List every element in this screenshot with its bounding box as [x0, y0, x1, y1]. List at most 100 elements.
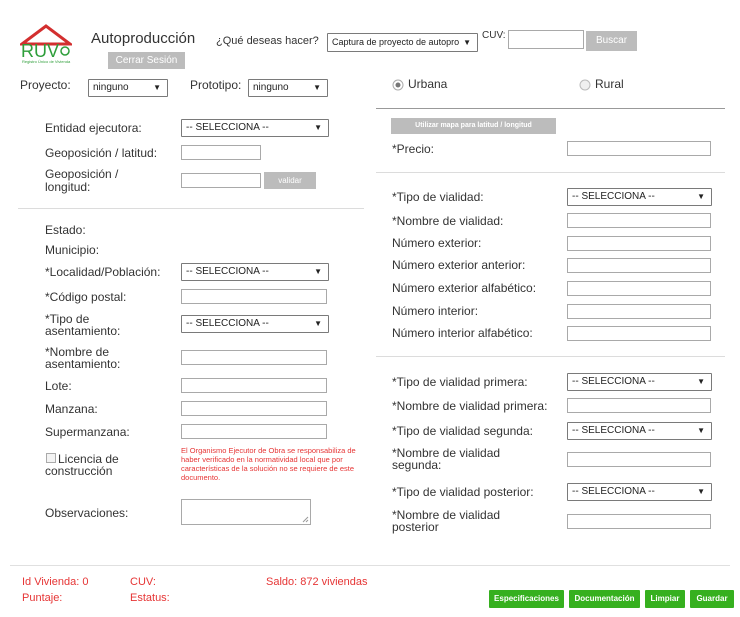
radio-unselected-icon [579, 79, 591, 91]
lote-input[interactable] [181, 378, 327, 393]
num-ext-input[interactable] [567, 236, 711, 251]
puntaje: Puntaje: [22, 592, 63, 604]
entidad-label: Entidad ejecutora: [45, 121, 142, 135]
radio-urbana-label: Urbana [408, 77, 448, 91]
action-select-value: Captura de proyecto de autopro [332, 37, 460, 47]
nombre-vialidad-posterior-input[interactable] [567, 514, 711, 529]
tipo-vialidad-primera-value: -- SELECCIONA -- [572, 376, 655, 387]
tipo-asentamiento-label-2: asentamiento: [45, 324, 121, 338]
num-ext-alf-label: Número exterior alfabético: [392, 281, 537, 295]
tipo-vialidad-primera-label: *Tipo de vialidad primera: [392, 375, 528, 389]
num-int-alf-label: Número interior alfabético: [392, 326, 533, 340]
footer-divider [10, 565, 730, 566]
id-vivienda: Id Vivienda: 0 [22, 576, 89, 588]
nombre-vialidad-posterior-label-2: posterior [392, 520, 439, 534]
longitud-input[interactable] [181, 173, 261, 188]
radio-rural-label: Rural [595, 77, 624, 91]
saldo: Saldo: 872 viviendas [266, 576, 368, 588]
prototipo-select[interactable]: ninguno ▼ [248, 79, 328, 97]
logout-button[interactable]: Cerrar Sesión [108, 52, 185, 69]
cuv-footer: CUV: [130, 576, 156, 588]
nombre-vialidad-segunda-input[interactable] [567, 452, 711, 467]
nombre-vialidad-primera-label: *Nombre de vialidad primera: [392, 399, 548, 413]
app-title: Autoproducción [91, 30, 196, 47]
tipo-vialidad-primera-select[interactable]: -- SELECCIONA -- ▼ [567, 373, 712, 391]
chevron-down-icon: ▼ [697, 426, 705, 435]
tipo-vialidad-posterior-label: *Tipo de vialidad posterior: [392, 485, 534, 499]
chevron-down-icon: ▼ [463, 38, 471, 47]
localidad-select-value: -- SELECCIONA -- [186, 266, 269, 277]
entidad-select-value: -- SELECCIONA -- [186, 122, 269, 133]
house-logo-icon: RUV [17, 24, 75, 61]
nombre-asentamiento-input[interactable] [181, 350, 327, 365]
codigo-postal-input[interactable] [181, 289, 327, 304]
radio-selected-icon [392, 79, 404, 91]
tipo-vialidad-segunda-value: -- SELECCIONA -- [572, 425, 655, 436]
divider [18, 208, 364, 209]
licencia-label-2: construcción [45, 464, 113, 478]
tipo-asentamiento-select-value: -- SELECCIONA -- [186, 318, 269, 329]
tipo-vialidad-select[interactable]: -- SELECCIONA -- ▼ [567, 188, 712, 206]
entidad-select[interactable]: -- SELECCIONA -- ▼ [181, 119, 329, 137]
supermanzana-input[interactable] [181, 424, 327, 439]
chevron-down-icon: ▼ [697, 377, 705, 386]
chevron-down-icon: ▼ [314, 319, 322, 328]
especificaciones-button[interactable]: Especificaciones [489, 590, 564, 608]
tipo-vialidad-segunda-label: *Tipo de vialidad segunda: [392, 424, 533, 438]
num-int-input[interactable] [567, 304, 711, 319]
tipo-vialidad-segunda-select[interactable]: -- SELECCIONA -- ▼ [567, 422, 712, 440]
action-select[interactable]: Captura de proyecto de autopro ▼ [327, 33, 478, 52]
chevron-down-icon: ▼ [313, 83, 321, 92]
precio-input[interactable] [567, 141, 711, 156]
proyecto-label: Proyecto: [20, 78, 71, 92]
proyecto-select-value: ninguno [93, 82, 129, 93]
manzana-input[interactable] [181, 401, 327, 416]
validar-button[interactable]: validar [264, 172, 316, 189]
estatus: Estatus: [130, 592, 170, 604]
num-int-label: Número interior: [392, 304, 479, 318]
radio-rural[interactable] [579, 78, 593, 92]
documentacion-button[interactable]: Documentación [569, 590, 640, 608]
divider [376, 356, 725, 357]
search-button[interactable]: Buscar [586, 31, 637, 51]
nombre-vialidad-primera-input[interactable] [567, 398, 711, 413]
chevron-down-icon: ▼ [314, 267, 322, 276]
num-ext-ant-label: Número exterior anterior: [392, 258, 526, 272]
resize-handle-icon [302, 516, 309, 523]
licencia-checkbox[interactable] [46, 453, 56, 463]
municipio-label: Municipio: [45, 243, 100, 257]
mapa-button[interactable]: Utilizar mapa para latitud / longitud [391, 118, 556, 134]
localidad-select[interactable]: -- SELECCIONA -- ▼ [181, 263, 329, 281]
supermanzana-label: Supermanzana: [45, 425, 130, 439]
tipo-vialidad-label: *Tipo de vialidad: [392, 190, 484, 204]
chevron-down-icon: ▼ [697, 192, 705, 201]
proyecto-select[interactable]: ninguno ▼ [88, 79, 168, 97]
guardar-button[interactable]: Guardar [690, 590, 734, 608]
action-question: ¿Qué deseas hacer? [216, 35, 319, 47]
num-ext-ant-input[interactable] [567, 258, 711, 273]
nombre-vialidad-input[interactable] [567, 213, 711, 228]
cuv-label: CUV: [482, 30, 506, 41]
prototipo-select-value: ninguno [253, 82, 289, 93]
observaciones-label: Observaciones: [45, 506, 129, 520]
cuv-input[interactable] [508, 30, 584, 49]
divider [376, 172, 725, 173]
num-ext-alf-input[interactable] [567, 281, 711, 296]
svg-text:RUV: RUV [21, 41, 59, 61]
num-int-alf-input[interactable] [567, 326, 711, 341]
latitud-input[interactable] [181, 145, 261, 160]
limpiar-button[interactable]: Limpiar [645, 590, 685, 608]
tipo-asentamiento-select[interactable]: -- SELECCIONA -- ▼ [181, 315, 329, 333]
licencia-note: El Organismo Ejecutor de Obra se respons… [181, 446, 356, 482]
chevron-down-icon: ▼ [153, 83, 161, 92]
observaciones-textarea[interactable] [181, 499, 311, 525]
radio-urbana[interactable] [392, 78, 406, 92]
manzana-label: Manzana: [45, 402, 98, 416]
num-ext-label: Número exterior: [392, 236, 482, 250]
estado-label: Estado: [45, 223, 86, 237]
nombre-asentamiento-label-2: asentamiento: [45, 357, 121, 371]
latitud-label: Geoposición / latitud: [45, 146, 158, 160]
tipo-vialidad-posterior-select[interactable]: -- SELECCIONA -- ▼ [567, 483, 712, 501]
lote-label: Lote: [45, 379, 72, 393]
logo-subtitle: Registro Único de Vivienda [22, 59, 71, 64]
